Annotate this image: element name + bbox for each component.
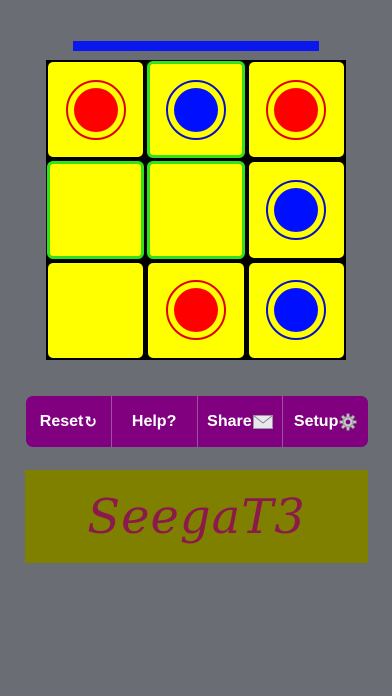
setup-button[interactable]: Setup [283,396,368,447]
blue-piece-core [274,187,319,232]
board-cell-0-1[interactable] [147,61,245,159]
share-button[interactable]: Share [198,396,284,447]
red-piece[interactable] [65,79,126,140]
board-cell-0-2[interactable] [247,61,345,159]
reset-label: Reset [39,412,84,430]
share-label: Share [207,412,252,430]
blue-piece[interactable] [165,79,226,140]
red-piece[interactable] [165,280,226,341]
blue-piece-core [173,87,218,132]
turn-indicator-bar [73,41,319,51]
board-cell-2-0[interactable] [47,261,145,359]
game-logo: SeegaT3 [25,470,368,563]
board-cell-1-1[interactable] [147,161,245,259]
board-cell-2-2[interactable] [247,261,345,359]
red-piece-core [274,87,319,132]
game-board [46,60,346,360]
red-piece-core [73,87,118,132]
red-piece[interactable] [266,79,327,140]
blue-piece-core [274,288,319,333]
board-cell-2-1[interactable] [147,261,245,359]
blue-piece[interactable] [266,280,327,341]
red-piece-core [173,288,218,333]
gear-icon [339,412,357,431]
board-cell-1-0[interactable] [47,161,145,259]
board-cell-1-2[interactable] [247,161,345,259]
logo-text: SeegaT3 [87,488,306,545]
blue-piece[interactable] [266,179,327,240]
help-button[interactable]: Help? [112,396,198,447]
setup-label: Setup [293,412,339,430]
envelope-icon [252,414,273,429]
toolbar: Reset ↻ Help? Share Setup [26,396,368,447]
reset-icon: ↻ [84,413,97,431]
reset-button[interactable]: Reset ↻ [26,396,112,447]
board-cell-0-0[interactable] [47,61,145,159]
help-label: Help? [131,412,177,430]
